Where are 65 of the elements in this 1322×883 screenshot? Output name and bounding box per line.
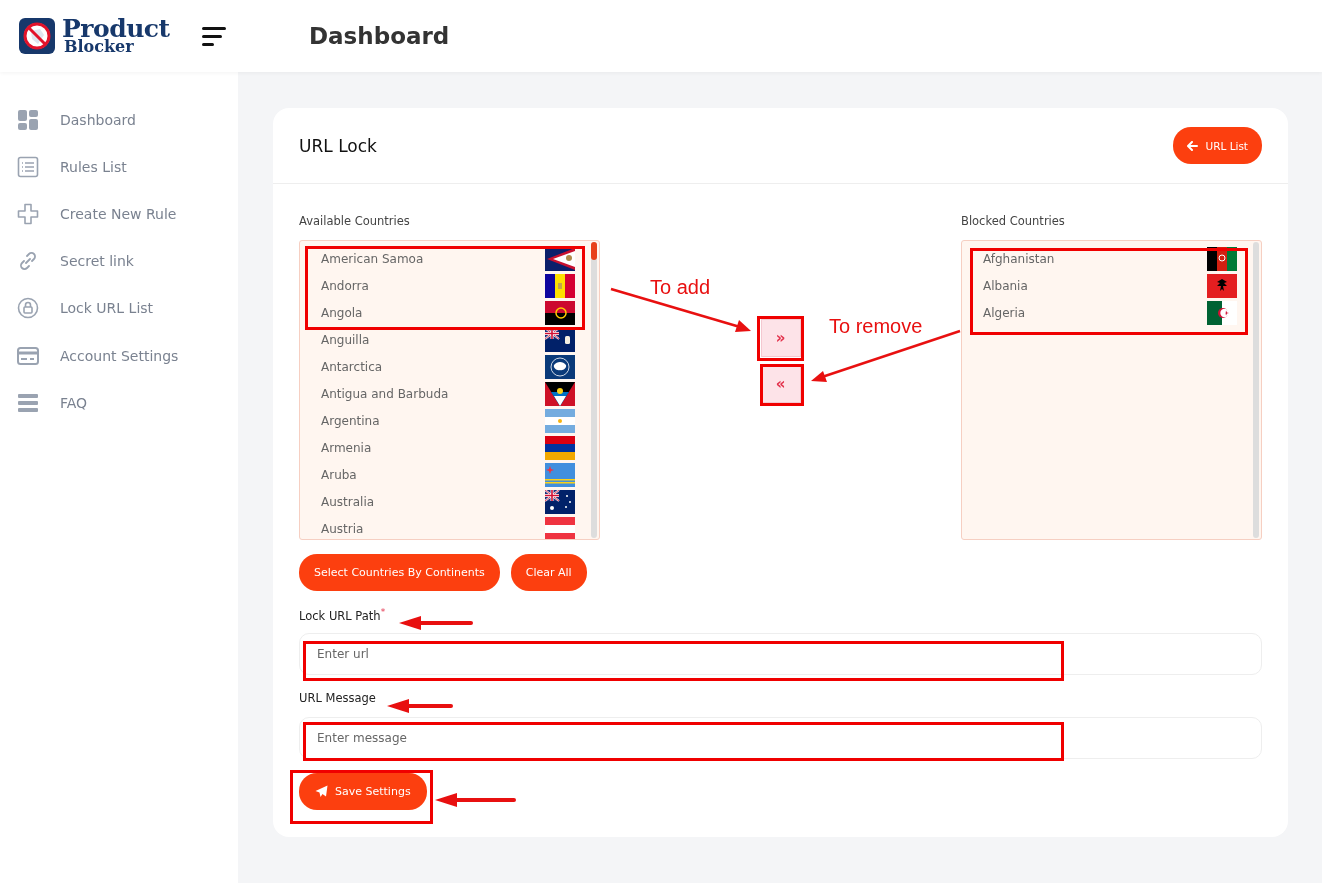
card-title: URL Lock	[299, 135, 377, 156]
card-icon	[17, 344, 39, 367]
flag-icon	[545, 300, 575, 325]
link-icon	[17, 250, 39, 273]
plus-icon	[17, 202, 39, 225]
country-option[interactable]: Australia	[300, 488, 581, 515]
save-button[interactable]: Save Settings	[299, 773, 427, 810]
country-option[interactable]: Aruba	[300, 461, 581, 488]
flag-icon	[545, 435, 575, 460]
grid-icon	[17, 108, 39, 131]
action-button[interactable]: Clear All	[510, 554, 587, 591]
flag-icon	[545, 273, 575, 298]
sidebar-item[interactable]: Dashboard	[0, 96, 238, 144]
add-button[interactable]: »	[760, 319, 801, 357]
sidebar-item[interactable]: FAQ	[0, 379, 238, 427]
flag-icon	[545, 516, 575, 539]
country-option[interactable]: Algeria	[962, 299, 1243, 326]
annotation-label: To add	[650, 276, 711, 299]
country-option[interactable]: Afghanistan	[962, 245, 1243, 272]
arrow-left-icon	[1187, 140, 1199, 151]
flag-icon	[1207, 300, 1237, 325]
bars-icon	[17, 391, 39, 414]
list-label: Available Countries	[299, 214, 411, 230]
send-icon	[315, 785, 328, 798]
country-option[interactable]: Austria	[300, 515, 581, 539]
country-option[interactable]: Anguilla	[300, 326, 581, 353]
field-label: Lock URL Path$^{*}$	[299, 607, 386, 623]
sidebar-item[interactable]: Account Settings	[0, 331, 238, 380]
flag-icon	[1207, 246, 1237, 271]
action-button[interactable]: Select Countries By Continents	[299, 554, 500, 591]
sidebar-item[interactable]: Secret link	[0, 237, 238, 285]
sidebar-item[interactable]: Create New Rule	[0, 190, 238, 238]
flag-icon	[545, 408, 575, 433]
brand-name: Blocker	[63, 40, 135, 55]
flag-icon	[545, 381, 575, 406]
page-title: Dashboard	[309, 23, 450, 49]
sidebar-item[interactable]: Lock URL List	[0, 284, 238, 332]
country-option[interactable]: Albania	[962, 272, 1243, 299]
annotation-label: To remove	[829, 315, 923, 338]
sidebar-item[interactable]: Rules List	[0, 143, 238, 191]
menu-icon[interactable]	[202, 26, 226, 46]
country-option[interactable]: Andorra	[300, 272, 581, 299]
scrollbar[interactable]	[591, 242, 597, 538]
highlight-box	[757, 316, 804, 361]
highlight-box	[760, 364, 804, 406]
annotation-arrow	[387, 699, 453, 713]
country-option[interactable]: American Samoa	[300, 245, 581, 272]
flag-icon	[545, 489, 575, 514]
input-field[interactable]: Enter url	[299, 633, 1262, 675]
country-option[interactable]: Armenia	[300, 434, 581, 461]
country-option[interactable]: Antarctica	[300, 353, 581, 380]
country-option[interactable]: Angola	[300, 299, 581, 326]
country-option[interactable]: Argentina	[300, 407, 581, 434]
list-label: Blocked Countries	[961, 214, 1066, 230]
logo-icon	[18, 17, 56, 55]
url-list-button[interactable]: URL List	[1173, 127, 1262, 164]
scrollbar[interactable]	[1253, 242, 1259, 538]
lock-icon	[17, 297, 39, 320]
list-icon	[17, 155, 39, 178]
field-label: URL Message	[299, 691, 376, 707]
flag-icon	[1207, 273, 1237, 298]
flag-icon	[545, 354, 575, 379]
country-option[interactable]: Antigua and Barbuda	[300, 380, 581, 407]
flag-icon	[545, 462, 575, 487]
input-field[interactable]: Enter message	[299, 717, 1262, 759]
